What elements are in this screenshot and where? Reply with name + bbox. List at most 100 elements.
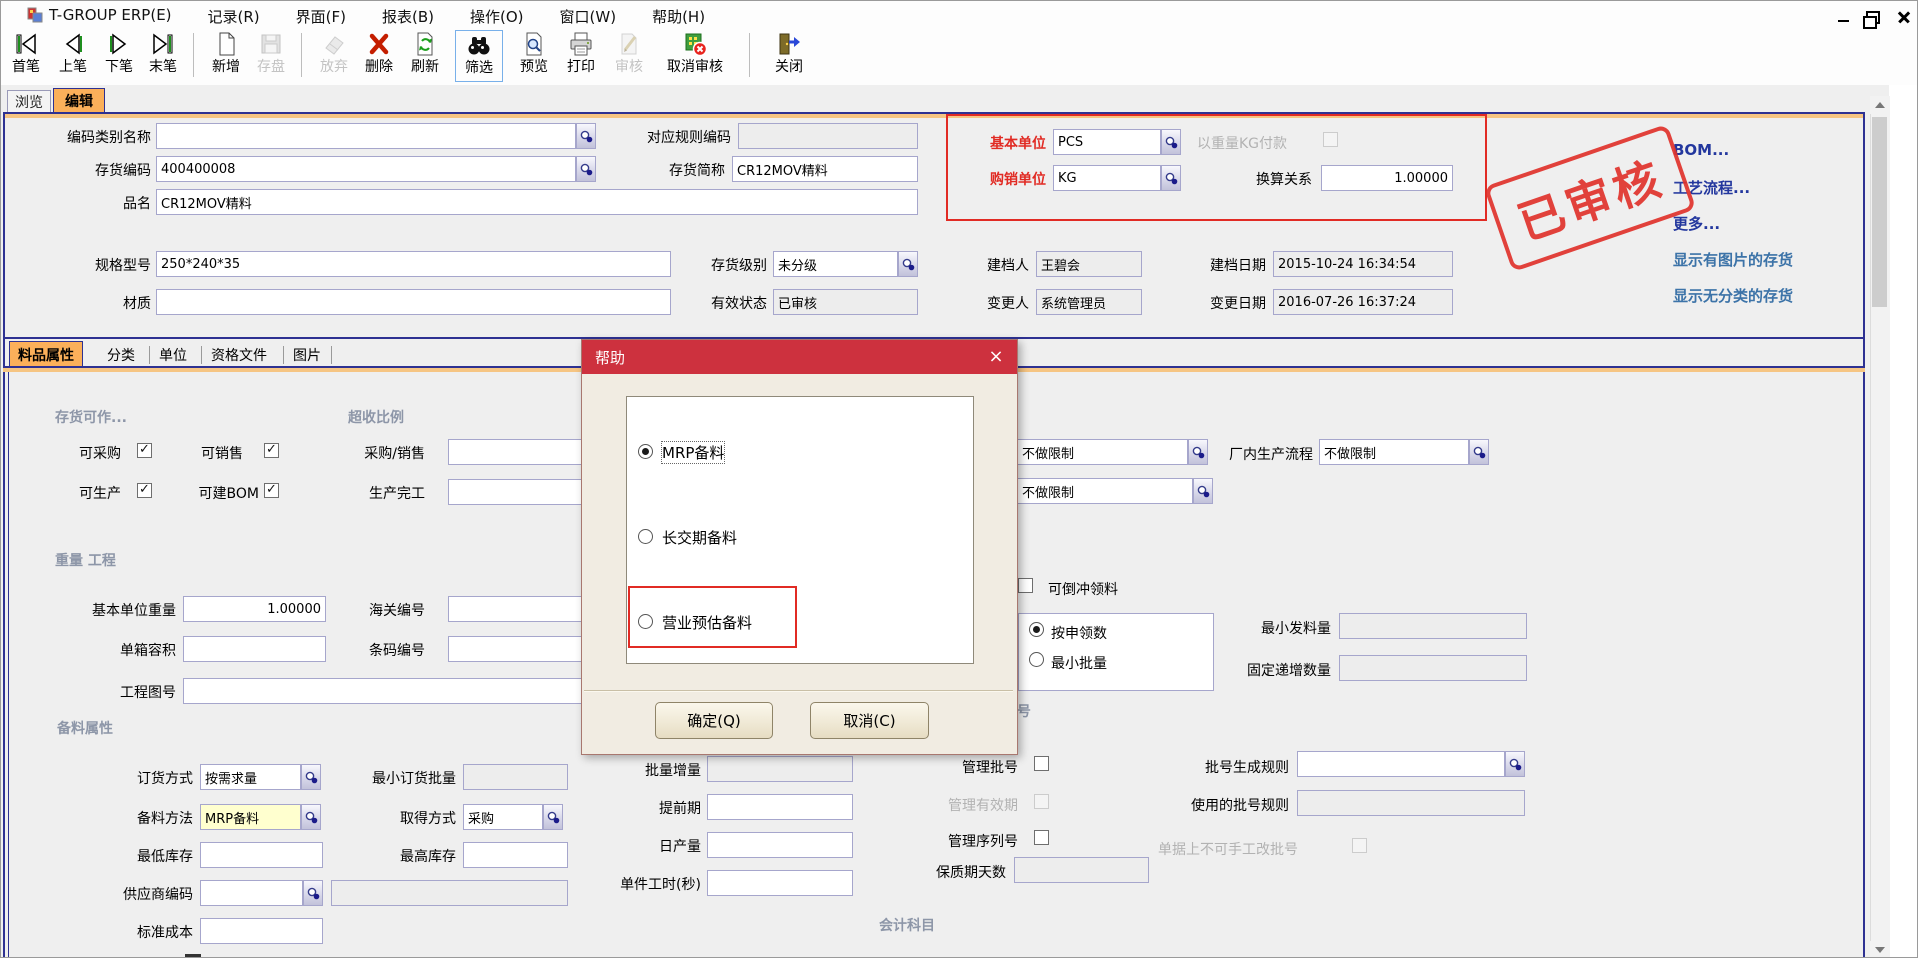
sellable-label: 可销售 (181, 443, 243, 461)
dialog-option-mrp-label[interactable]: MRP备料 (662, 442, 724, 463)
toolbar-label: 取消审核 (667, 59, 723, 75)
supplier-code-lookup-button[interactable] (303, 880, 323, 906)
toolbar-preview[interactable]: 预览 (512, 31, 556, 81)
menu-window[interactable]: 窗口(W) (560, 6, 617, 27)
menu-tgroup-erp[interactable]: T-GROUP ERP(E) (49, 6, 172, 27)
dialog-option-long-lead-radio[interactable] (638, 529, 653, 544)
restore-button[interactable] (1861, 8, 1885, 26)
factory-flow-input[interactable] (1319, 439, 1469, 465)
item-name-input[interactable] (156, 189, 918, 215)
subtab-classification[interactable]: 分类 (107, 345, 135, 365)
close-window-button[interactable] (1892, 8, 1916, 26)
scroll-down-button[interactable] (1870, 941, 1889, 958)
level-lookup-button[interactable] (898, 251, 918, 277)
toolbar-cancel-audit[interactable]: 取消审核 (651, 31, 739, 81)
acquire-method-input[interactable] (463, 804, 543, 830)
lot-rule-lookup-button[interactable] (1505, 751, 1525, 777)
sellable-checkbox[interactable] (264, 443, 279, 458)
restriction-2-lookup-button[interactable] (1193, 478, 1213, 504)
material-input[interactable] (156, 289, 671, 315)
menu-operation[interactable]: 操作(O) (470, 6, 524, 27)
toolbar-close[interactable]: 关闭 (765, 31, 813, 81)
max-stock-input[interactable] (463, 842, 568, 868)
link-bom[interactable]: BOM... (1673, 141, 1729, 159)
trade-unit-input[interactable] (1053, 165, 1161, 191)
toolbar-prev-record[interactable]: 上笔 (51, 31, 95, 81)
subtab-item-properties[interactable]: 料品属性 (9, 341, 83, 367)
manage-lot-checkbox[interactable] (1034, 756, 1049, 771)
restriction-input-2[interactable] (1017, 478, 1193, 504)
link-more[interactable]: 更多... (1673, 213, 1720, 234)
trade-unit-lookup-button[interactable] (1161, 165, 1181, 191)
dialog-option-forecast-radio[interactable] (638, 614, 653, 629)
toolbar-print[interactable]: 打印 (559, 31, 603, 81)
subtab-qualification-files[interactable]: 资格文件 (211, 345, 267, 365)
dialog-option-long-lead-label[interactable]: 长交期备料 (662, 527, 737, 548)
toolbar-first-record[interactable]: 首笔 (4, 31, 48, 81)
purchasable-checkbox[interactable] (137, 443, 152, 458)
subtab-images[interactable]: 图片 (293, 345, 321, 365)
link-show-unclassified[interactable]: 显示无分类的存货 (1673, 285, 1793, 306)
scroll-up-button[interactable] (1870, 96, 1889, 114)
item-code-input[interactable] (156, 156, 576, 182)
item-short-input[interactable] (732, 156, 918, 182)
base-unit-lookup-button[interactable] (1161, 129, 1181, 155)
restriction-1-lookup-button[interactable] (1188, 439, 1208, 465)
lead-time-input[interactable] (707, 794, 853, 820)
menu-record[interactable]: 记录(R) (208, 6, 260, 27)
code-category-input[interactable] (156, 123, 576, 149)
conversion-input[interactable] (1321, 165, 1453, 191)
menu-help[interactable]: 帮助(H) (652, 6, 705, 27)
producible-checkbox[interactable] (137, 483, 152, 498)
code-category-lookup-button[interactable] (576, 123, 596, 149)
prep-method-lookup-button[interactable] (301, 804, 321, 830)
minimize-button[interactable] (1831, 8, 1855, 26)
order-method-lookup-button[interactable] (301, 764, 321, 790)
toolbar-last-record[interactable]: 末笔 (141, 31, 185, 81)
daily-output-input[interactable] (707, 832, 853, 858)
base-unit-weight-input[interactable] (183, 596, 326, 622)
dialog-option-forecast-label[interactable]: 营业预估备料 (662, 612, 752, 633)
level-input[interactable] (773, 251, 898, 277)
unit-time-input[interactable] (707, 870, 853, 896)
lot-rule-input[interactable] (1297, 751, 1505, 777)
can-bom-checkbox[interactable] (264, 483, 279, 498)
spec-input[interactable] (156, 251, 671, 277)
box-volume-input[interactable] (183, 636, 326, 662)
prep-method-input[interactable] (200, 804, 301, 830)
tab-edit[interactable]: 编辑 (53, 88, 105, 113)
toolbar-delete[interactable]: 删除 (357, 31, 401, 81)
toolbar-next-record[interactable]: 下笔 (97, 31, 141, 81)
toolbar-filter[interactable]: 筛选 (455, 30, 503, 82)
issue-by-request-radio[interactable] (1029, 622, 1044, 637)
scrollbar-thumb[interactable] (1872, 117, 1887, 307)
dialog-close-button[interactable]: × (985, 346, 1007, 368)
backflush-checkbox[interactable] (1018, 578, 1033, 593)
menu-report[interactable]: 报表(B) (382, 6, 434, 27)
close-app-icon (776, 31, 802, 57)
toolbar-refresh[interactable]: 刷新 (403, 31, 447, 81)
close-icon (1897, 10, 1911, 24)
dialog-ok-button[interactable]: 确定(Q) (655, 702, 773, 739)
restriction-input-1[interactable] (1017, 439, 1188, 465)
min-stock-input[interactable] (200, 842, 323, 868)
dialog-titlebar[interactable]: 帮助 × (582, 340, 1017, 374)
order-method-input[interactable] (200, 764, 301, 790)
manage-serial-checkbox[interactable] (1034, 830, 1049, 845)
link-show-with-images[interactable]: 显示有图片的存货 (1673, 249, 1793, 270)
issue-by-min-radio[interactable] (1029, 652, 1044, 667)
acquire-method-lookup-button[interactable] (543, 804, 563, 830)
drawing-no-input[interactable] (183, 678, 623, 704)
base-unit-input[interactable] (1053, 129, 1161, 155)
toolbar-add[interactable]: 新增 (204, 31, 248, 81)
item-code-lookup-button[interactable] (576, 156, 596, 182)
subtab-units[interactable]: 单位 (159, 345, 187, 365)
factory-flow-lookup-button[interactable] (1469, 439, 1489, 465)
supplier-code-input[interactable] (200, 880, 303, 906)
dialog-cancel-button[interactable]: 取消(C) (810, 702, 929, 739)
std-cost-input[interactable] (200, 918, 323, 944)
tab-browse[interactable]: 浏览 (7, 90, 51, 113)
menu-interface[interactable]: 界面(F) (296, 6, 346, 27)
dialog-option-mrp-radio[interactable] (638, 444, 653, 459)
modifier-field (1036, 289, 1142, 315)
